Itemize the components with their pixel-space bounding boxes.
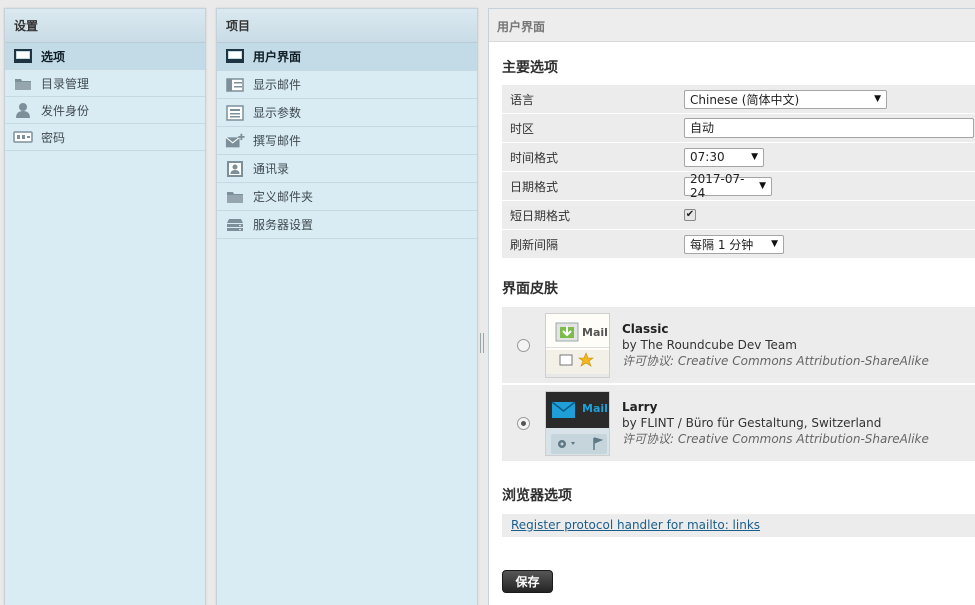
section-item-label: 用户界面	[253, 50, 302, 64]
settings-item-label: 密码	[41, 130, 66, 145]
section-item-label: 显示邮件	[253, 78, 302, 92]
section-item-server[interactable]: 服务器设置	[217, 211, 477, 239]
skin-section-title: 界面皮肤	[502, 281, 558, 297]
settings-item-label: 选项	[41, 49, 66, 64]
language-label: 语言	[510, 92, 535, 107]
browser-options-title: 浏览器选项	[502, 488, 572, 504]
display-message-icon	[225, 104, 245, 121]
section-item-label: 撰写邮件	[253, 134, 302, 148]
checkmark-icon: ✔	[685, 209, 695, 220]
timezone-label: 时区	[510, 121, 535, 136]
time-format-row: 时间格式 07:30 ▼	[502, 143, 975, 171]
section-item-mailbox-view[interactable]: 显示邮件	[217, 71, 477, 99]
section-item-label: 显示参数	[253, 106, 302, 120]
dropdown-arrow-icon: ▼	[759, 181, 766, 191]
date-format-select[interactable]: 2017-07-24 ▼	[684, 172, 772, 200]
password-icon	[13, 129, 33, 145]
settings-panel: 设置 选项 目录管理 发件身份 密码	[4, 8, 206, 605]
refresh-row: 刷新间隔 每隔 1 分钟 ▼	[502, 230, 975, 258]
skin-option-classic[interactable]: Mail Classic by The Roundcube Dev Team 许…	[502, 307, 975, 383]
dropdown-arrow-icon: ▼	[751, 152, 758, 162]
settings-panel-title: 设置	[5, 9, 205, 43]
section-item-display-message[interactable]: 显示参数	[217, 99, 477, 127]
person-icon	[13, 102, 33, 118]
pretty-date-label: 短日期格式	[510, 208, 571, 223]
skin-license-larry: 许可协议: Creative Commons Attribution-Share…	[622, 432, 929, 446]
timezone-row: 时区 自动	[502, 114, 975, 142]
folder-icon	[13, 75, 33, 91]
skin-name-larry: Larry	[622, 400, 658, 414]
refresh-select-value: 每隔 1 分钟	[690, 237, 754, 252]
mailbox-view-icon	[225, 77, 245, 93]
settings-item-label: 目录管理	[41, 76, 90, 91]
server-icon	[225, 217, 245, 233]
skin-radio-larry[interactable]	[517, 416, 530, 430]
sections-panel-title: 项目	[217, 9, 477, 43]
save-button[interactable]: 保存	[502, 570, 553, 593]
folder-icon	[225, 189, 245, 205]
settings-item-preferences[interactable]: 选项	[5, 43, 205, 70]
settings-item-label: 发件身份	[41, 103, 90, 118]
pretty-date-row: 短日期格式 ✔	[502, 201, 975, 229]
skin-name-classic: Classic	[622, 322, 669, 336]
sections-panel: 项目 用户界面 显示邮件 显示参数 撰写邮件 通讯录 定义邮件夹 服务器设置	[216, 8, 478, 605]
date-format-label: 日期格式	[510, 179, 559, 194]
classic-skin-thumbnail: Mail	[545, 312, 610, 378]
monitor-icon	[13, 48, 33, 64]
time-format-label: 时间格式	[510, 150, 559, 165]
time-format-select-value: 07:30	[690, 150, 725, 164]
language-select[interactable]: Chinese (简体中文) ▼	[684, 89, 887, 109]
section-item-label: 服务器设置	[253, 218, 314, 232]
dropdown-arrow-icon: ▼	[874, 94, 881, 104]
skin-option-larry[interactable]: Mail Larry by FLINT / Büro für Gestaltun…	[502, 385, 975, 461]
larry-thumb-label: Mail	[582, 401, 608, 415]
date-format-row: 日期格式 2017-07-24 ▼	[502, 172, 975, 200]
preferences-panel: 用户界面 主要选项 语言 Chinese (简体中文) ▼ 时区 自动 时间格式…	[488, 8, 975, 605]
date-format-select-value: 2017-07-24	[690, 172, 745, 200]
monitor-icon	[225, 49, 245, 65]
skin-radio-classic[interactable]	[517, 338, 530, 352]
settings-item-password[interactable]: 密码	[5, 124, 205, 151]
protocol-handler-row: Register protocol handler for mailto: li…	[502, 514, 975, 537]
language-select-value: Chinese (简体中文)	[690, 92, 800, 107]
section-item-folders[interactable]: 定义邮件夹	[217, 183, 477, 211]
addressbook-icon	[225, 160, 245, 177]
refresh-label: 刷新间隔	[510, 237, 559, 252]
pretty-date-checkbox[interactable]: ✔	[684, 209, 696, 221]
time-format-select[interactable]: 07:30 ▼	[684, 147, 764, 167]
skin-author-classic: by The Roundcube Dev Team	[622, 338, 797, 352]
dropdown-arrow-icon: ▼	[771, 239, 778, 249]
section-item-addressbook[interactable]: 通讯录	[217, 155, 477, 183]
refresh-select[interactable]: 每隔 1 分钟 ▼	[684, 234, 784, 254]
skin-author-larry: by FLINT / Büro für Gestaltung, Switzerl…	[622, 416, 882, 430]
larry-skin-thumbnail: Mail	[545, 390, 610, 456]
panel-splitter[interactable]	[479, 330, 485, 356]
main-options-title: 主要选项	[502, 60, 558, 76]
language-row: 语言 Chinese (简体中文) ▼	[502, 85, 975, 113]
skin-license-classic: 许可协议: Creative Commons Attribution-Share…	[622, 354, 929, 368]
classic-thumb-label: Mail	[582, 325, 608, 339]
compose-icon	[225, 133, 245, 149]
settings-item-folders[interactable]: 目录管理	[5, 70, 205, 97]
section-item-compose[interactable]: 撰写邮件	[217, 127, 477, 155]
section-item-general[interactable]: 用户界面	[217, 43, 477, 71]
section-item-label: 定义邮件夹	[253, 190, 314, 204]
register-protocol-link[interactable]: Register protocol handler for mailto: li…	[511, 518, 760, 532]
settings-item-identities[interactable]: 发件身份	[5, 97, 205, 124]
preferences-header: 用户界面	[489, 9, 975, 42]
timezone-field[interactable]: 自动	[684, 118, 974, 138]
section-item-label: 通讯录	[253, 162, 290, 176]
